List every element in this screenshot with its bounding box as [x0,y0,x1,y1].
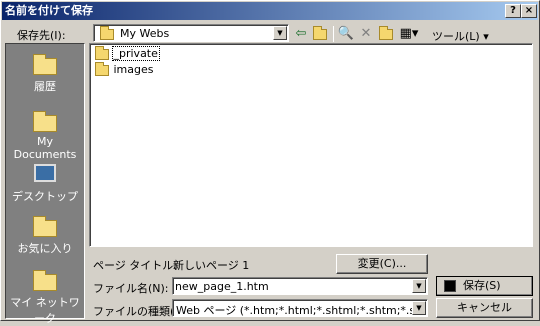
up-folder-icon [313,26,327,40]
folder-icon [95,61,109,76]
page-title-value: 新しいページ 1 [173,259,250,272]
back-button[interactable]: ⇦ [292,25,310,43]
place-history[interactable]: 履歴 [6,52,84,94]
toolbar-divider [333,26,334,42]
save-button-label: 保存(S) [463,279,501,292]
save-in-label: 保存先(I): [17,29,66,42]
chevron-down-icon[interactable]: ▼ [412,279,426,293]
place-favorites[interactable]: お気に入り [6,214,84,256]
change-title-button-label: 変更(C)... [357,257,407,270]
list-item[interactable]: images [95,61,155,77]
place-my-documents[interactable]: My Documents [6,109,84,161]
place-my-network[interactable]: マイ ネットワーク [6,268,84,326]
new-folder-button[interactable] [377,25,395,43]
tools-menu[interactable]: ツール(L) ▾ [432,28,489,44]
views-button[interactable]: ▦▾ [397,25,421,43]
save-button[interactable]: 保存(S) [436,276,533,296]
search-web-button[interactable]: 🔍 [337,25,355,43]
place-label: お気に入り [17,242,73,255]
save-in-combo[interactable]: My Webs ▼ [93,24,289,42]
my-documents-icon [31,109,59,133]
history-icon [31,52,59,76]
up-folder-button[interactable] [311,25,329,43]
place-label: デスクトップ [12,190,78,203]
filetype-combo[interactable]: Web ページ (*.htm;*.html;*.shtml;*.shtm;*.s… [172,299,428,317]
cancel-button[interactable]: キャンセル [436,298,533,318]
cancel-button-label: キャンセル [457,301,512,314]
change-title-button[interactable]: 変更(C)... [336,254,428,274]
chevron-down-icon[interactable]: ▼ [273,26,287,40]
chevron-down-icon[interactable]: ▼ [412,301,426,315]
place-desktop[interactable]: デスクトップ [6,162,84,204]
floppy-disk-icon [444,280,456,292]
help-button[interactable]: ? [505,4,521,18]
list-item-name: _private [111,46,160,61]
filename-combo[interactable]: ▼ [172,277,428,295]
page-title-label: ページ タイトル: [93,259,177,272]
filetype-value: Web ページ (*.htm;*.html;*.shtml;*.shtm;*.s… [176,304,412,317]
place-label: 履歴 [34,80,56,93]
my-network-icon [31,268,59,292]
folder-icon [95,45,109,60]
list-item-name: images [113,63,154,76]
chevron-down-icon: ▾ [483,30,489,43]
save-in-value: My Webs [120,27,170,40]
new-folder-icon [379,26,393,40]
save-as-dialog: 名前を付けて保存 ? × 保存先(I): My Webs ▼ ⇦ 🔍 ✕ ▦▾ … [0,0,540,325]
close-button[interactable]: × [521,4,537,18]
tools-menu-label: ツール(L) [432,30,480,43]
delete-button[interactable]: ✕ [357,25,375,43]
window-title: 名前を付けて保存 [5,4,93,17]
desktop-icon [31,162,59,186]
filename-label: ファイル名(N): [93,282,169,295]
file-list[interactable]: _private images [89,43,533,247]
title-bar[interactable]: 名前を付けて保存 ? × [2,2,538,20]
favorites-icon [31,214,59,238]
filename-input[interactable] [175,279,409,293]
places-bar: 履歴 My Documents デスクトップ お気に入り マイ ネットワーク [5,43,85,325]
list-item[interactable]: _private [95,45,160,61]
folder-icon [100,26,114,40]
place-label: My Documents [13,135,77,161]
